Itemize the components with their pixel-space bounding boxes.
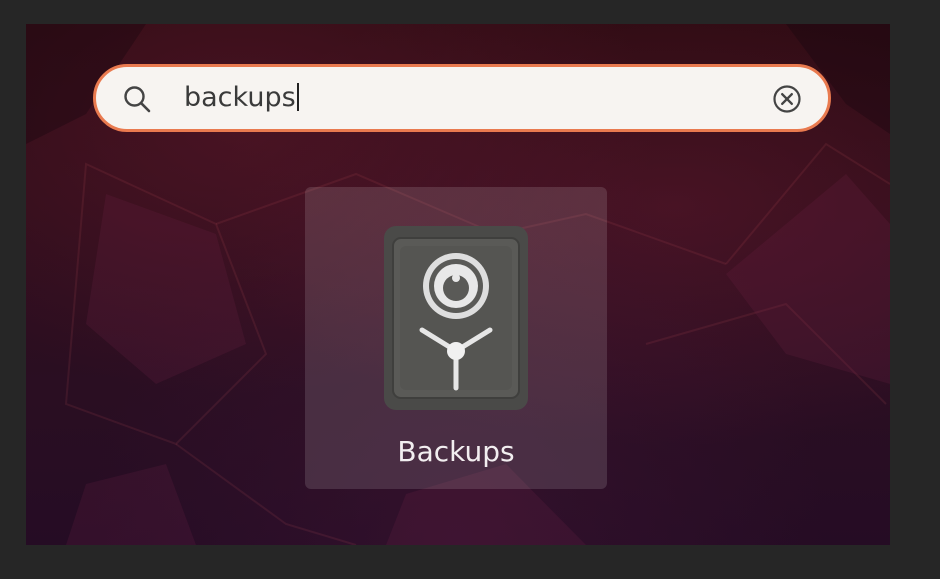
app-result-backups[interactable]: Backups bbox=[305, 187, 607, 489]
backups-safe-icon bbox=[384, 226, 528, 410]
text-cursor bbox=[296, 83, 299, 111]
clear-search-icon[interactable] bbox=[772, 84, 802, 114]
activities-overview: backups Backups bbox=[26, 24, 890, 545]
search-input[interactable]: backups bbox=[184, 73, 299, 123]
search-icon bbox=[124, 86, 151, 113]
app-label-backups: Backups bbox=[397, 435, 515, 468]
search-bar[interactable]: backups bbox=[93, 64, 831, 132]
screenshot-frame: backups Backups bbox=[0, 0, 940, 579]
search-query-text: backups bbox=[184, 82, 296, 113]
